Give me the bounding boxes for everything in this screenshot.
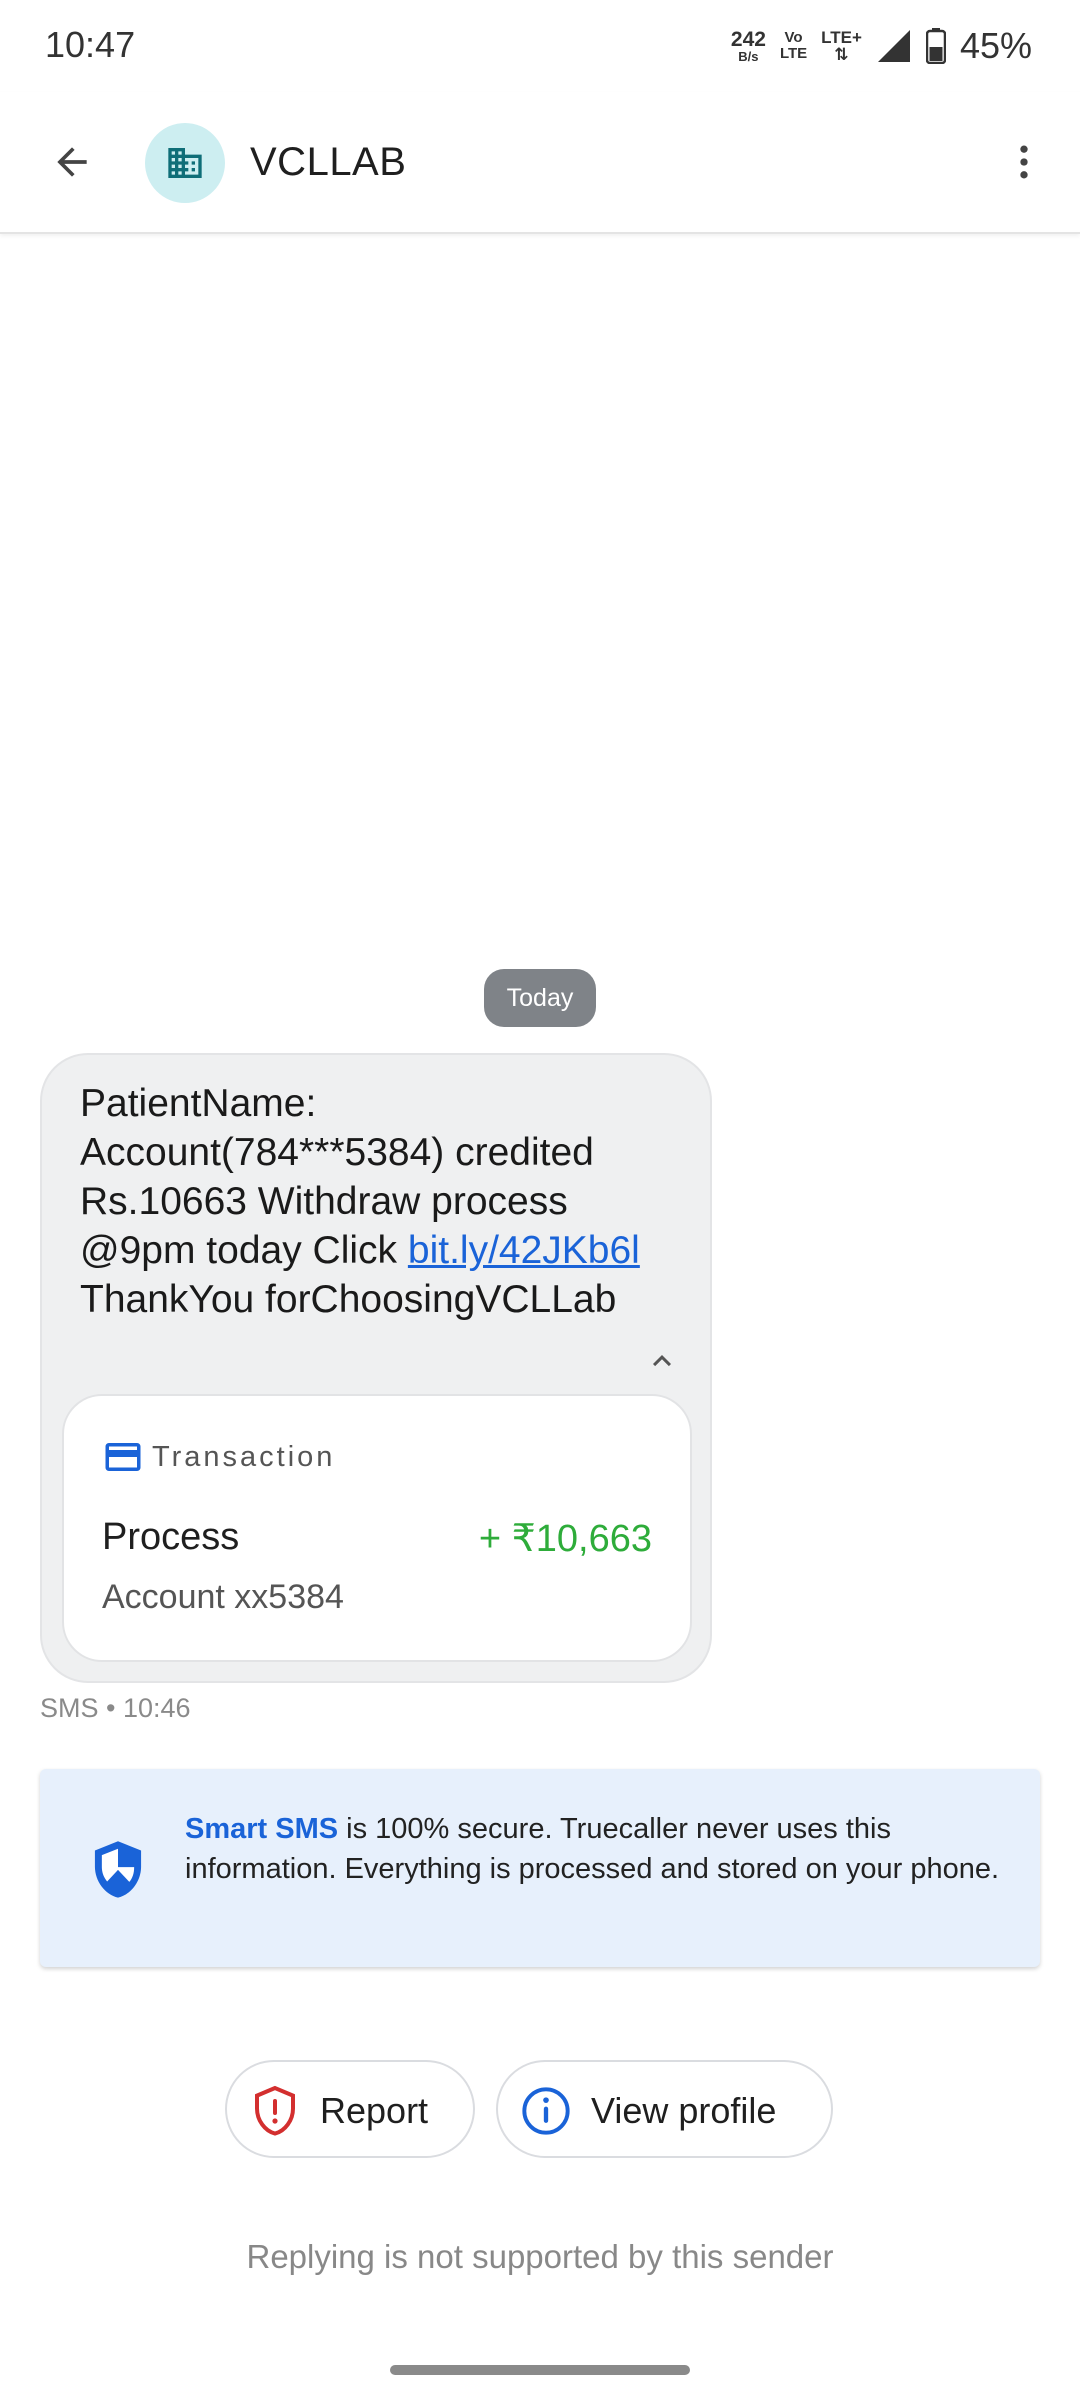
reply-not-supported-note: Replying is not supported by this sender [246,2238,834,2275]
lte-plus-icon: LTE+ ⇅ [821,29,862,63]
smart-sms-text: Smart SMS is 100% secure. Truecaller nev… [185,1809,1005,1889]
message-link[interactable]: bit.ly/42JKb6l [408,1229,640,1272]
status-bar: 10:47 242 B/s Vo LTE LTE+ ⇅ 45% [0,0,1080,92]
transaction-title: Transaction [152,1440,336,1473]
view-profile-label: View profile [591,2090,777,2131]
business-building-icon [168,148,202,178]
transaction-card[interactable]: Transaction Process + ₹10,663 Account xx… [62,1394,692,1662]
message-text: PatientName: Account(784***5384) credite… [80,1079,640,1324]
battery-icon [925,28,946,64]
status-icons: 242 B/s Vo LTE LTE+ ⇅ 45% [731,24,1032,68]
transaction-amount: + ₹10,663 [478,1518,652,1560]
collapse-button[interactable] [638,1337,686,1385]
more-options-button[interactable] [992,130,1056,194]
transaction-label: Process [102,1516,240,1558]
date-chip: Today [484,969,596,1027]
network-speed-value: 242 [730,28,766,51]
report-shield-icon [255,2085,295,2136]
network-speed-unit: B/s [738,49,759,64]
report-label: Report [320,2090,429,2131]
credit-card-icon [105,1443,141,1471]
lte-label: LTE+ [821,28,862,47]
shield-icon [94,1841,142,1898]
message-body-end: ThankYou forChoosingVCLLab [80,1278,617,1321]
view-profile-button[interactable]: View profile [496,2060,833,2158]
smart-sms-banner: Smart SMS is 100% secure. Truecaller nev… [40,1769,1040,1967]
transaction-header: Transaction [102,1436,335,1478]
lte-arrows: ⇅ [834,45,849,64]
back-button[interactable] [40,130,104,194]
network-speed: 242 B/s [731,29,766,63]
sender-name[interactable]: VCLLAB [250,140,406,185]
avatar[interactable] [145,123,225,203]
smart-sms-highlight: Smart SMS [185,1813,339,1845]
volte-top: Vo [784,28,803,46]
volte-icon: Vo LTE [779,28,808,63]
status-time: 10:47 [45,24,136,65]
battery-percent: 45% [959,25,1032,66]
signal-icon [877,30,910,62]
arrow-back-icon [57,147,87,177]
home-indicator[interactable] [390,2365,690,2375]
info-icon [522,2087,570,2135]
message-bubble[interactable]: PatientName: Account(784***5384) credite… [40,1053,712,1683]
transaction-account: Account xx5384 [102,1578,344,1616]
report-button[interactable]: Report [225,2060,475,2158]
more-vertical-icon [1020,145,1028,179]
app-bar: VCLLAB [0,92,1080,234]
chevron-up-icon [653,1355,671,1367]
volte-bottom: LTE [779,45,808,62]
message-meta: SMS • 10:46 [40,1693,191,1723]
